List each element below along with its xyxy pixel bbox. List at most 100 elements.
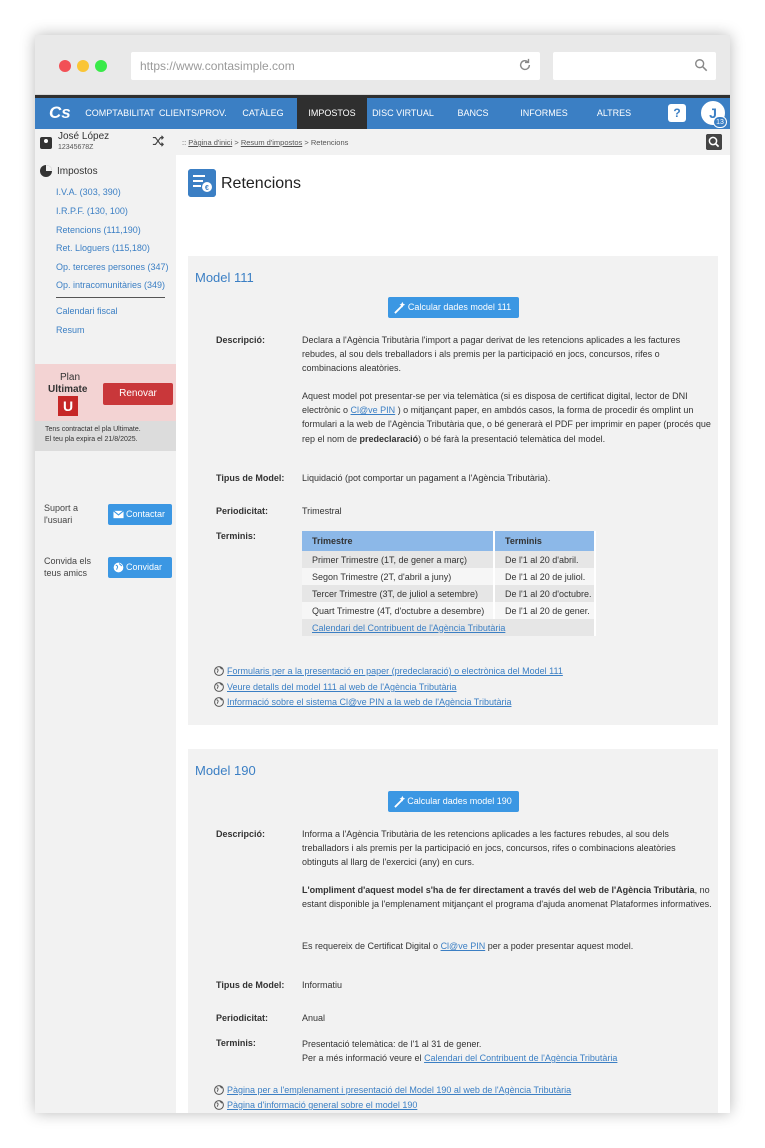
nav-comptabilitat[interactable]: COMPTABILITAT: [85, 98, 155, 129]
nav-altres[interactable]: ALTRES: [579, 98, 649, 129]
browser-search-bar[interactable]: [553, 52, 716, 80]
model-111-desc-p1: Declara a l'Agència Tributària l'import …: [302, 335, 681, 374]
plan-box: Plan Ultimate U Renovar: [35, 364, 176, 421]
table-header-row: Trimestre Terminis: [302, 531, 596, 551]
breadcrumb-current: Retencions: [310, 138, 349, 147]
breadcrumb-bar: :: Pàgina d'inici > Resum d'impostos > R…: [176, 129, 730, 155]
table-cell: De l'1 al 20 d'abril.: [494, 551, 596, 568]
globe-icon: [214, 682, 224, 692]
breadcrumb: :: Pàgina d'inici > Resum d'impostos > R…: [182, 138, 348, 147]
user-tax-id: 12345678Z: [58, 144, 94, 151]
plan-name: Ultimate: [48, 384, 88, 395]
model-111-link-clave-pin-label: Informació sobre el sistema Cl@ve PIN a …: [227, 697, 512, 707]
model-190-desc-p3-text: Es requereix de Certificat Digital o: [302, 941, 441, 951]
calculator-wand-icon: [394, 301, 406, 314]
clave-pin-link[interactable]: Cl@ve PIN: [351, 405, 396, 415]
search-icon[interactable]: [694, 58, 708, 72]
model-190-link-info[interactable]: Pàgina d'informació general sobre el mod…: [214, 1100, 417, 1110]
sidebar-item-retencions[interactable]: Retencions (111,190): [56, 225, 141, 235]
globe-icon: [214, 666, 224, 676]
globe-icon: [113, 562, 124, 573]
table-cell: Segon Trimestre (2T, d'abril a juny): [302, 568, 495, 585]
breadcrumb-home-link[interactable]: Pàgina d'inici: [188, 138, 232, 147]
model-111-desc-label: Descripció:: [216, 335, 266, 345]
sidebar-item-iva[interactable]: I.V.A. (303, 390): [56, 187, 121, 197]
model-111-terms-table: Trimestre Terminis Primer Trimestre (1T,…: [302, 531, 596, 636]
reload-icon[interactable]: [518, 58, 532, 72]
breadcrumb-summary-link[interactable]: Resum d'impostos: [241, 138, 302, 147]
plan-note-line-2: El teu pla expira el 21/8/2025.: [45, 436, 138, 443]
nav-cataleg[interactable]: CATÀLEG: [229, 98, 297, 129]
calendari-contribuent-link[interactable]: Calendari del Contribuent de l'Agència T…: [424, 1053, 617, 1063]
model-190-desc-p1: Informa a l'Agència Tributària de les re…: [302, 829, 676, 868]
invite-button[interactable]: Convidar: [108, 557, 172, 578]
model-111-title: Model 111: [195, 270, 254, 285]
table-cell: Tercer Trimestre (3T, de juliol a setemb…: [302, 585, 495, 602]
sidebar-item-terceres-persones[interactable]: Op. terceres persones (347): [56, 262, 169, 272]
support-label-line-2: l'usuari: [44, 515, 73, 525]
url-text: https://www.contasimple.com: [140, 59, 295, 73]
nav-disc-virtual[interactable]: DISC VIRTUAL: [367, 98, 439, 129]
table-header: Trimestre: [302, 531, 495, 551]
search-icon[interactable]: [706, 134, 722, 150]
table-row: Tercer Trimestre (3T, de juliol a setemb…: [302, 585, 596, 602]
sidebar-item-calendari-fiscal[interactable]: Calendari fiscal: [56, 306, 118, 316]
sidebar-item-intracomunitaries[interactable]: Op. intracomunitàries (349): [56, 280, 165, 290]
minimize-window-dot[interactable]: [77, 60, 89, 72]
contact-button-label: Contactar: [126, 509, 166, 519]
model-111-link-detalls-label: Veure detalls del model 111 al web de l'…: [227, 682, 457, 692]
calendari-contribuent-link[interactable]: Calendari del Contribuent de l'Agència T…: [302, 619, 596, 636]
model-190-type: Informatiu: [302, 980, 343, 990]
model-190-link-presentacio[interactable]: Pàgina per a l'emplenament i presentació…: [214, 1085, 571, 1095]
renew-button[interactable]: Renovar: [103, 383, 173, 405]
table-cell: Primer Trimestre (1T, de gener a març): [302, 551, 495, 568]
plan-note-line-1: Tens contractat el pla Ultimate.: [45, 426, 141, 433]
clave-pin-link[interactable]: Cl@ve PIN: [441, 941, 486, 951]
model-190-desc-p3-text: per a poder presentar aquest model.: [485, 941, 634, 951]
help-icon[interactable]: ?: [668, 104, 686, 122]
sidebar-divider: [56, 297, 165, 298]
table-row: Calendari del Contribuent de l'Agència T…: [302, 619, 596, 636]
model-111-type: Liquidació (pot comportar un pagament a …: [302, 473, 551, 483]
svg-text:€: €: [205, 185, 209, 192]
maximize-window-dot[interactable]: [95, 60, 107, 72]
calc-model-111-button[interactable]: Calcular dades model 111: [388, 297, 519, 318]
model-190-link-presentacio-label: Pàgina per a l'emplenament i presentació…: [227, 1085, 572, 1095]
contact-button[interactable]: Contactar: [108, 504, 172, 525]
plan-badge-icon: U: [58, 396, 78, 416]
close-window-dot[interactable]: [59, 60, 71, 72]
switch-company-icon[interactable]: [152, 135, 164, 147]
calc-model-190-button[interactable]: Calcular dades model 190: [388, 791, 519, 812]
plan-expiry-note: Tens contractat el pla Ultimate. El teu …: [35, 421, 176, 451]
contasimple-logo[interactable]: Cs: [49, 103, 71, 125]
address-bar[interactable]: https://www.contasimple.com: [131, 52, 540, 80]
model-111-period: Trimestral: [302, 506, 342, 516]
model-111-link-clave-pin[interactable]: Informació sobre el sistema Cl@ve PIN a …: [214, 697, 511, 707]
model-190-desc-p2-bold: L'ompliment d'aquest model s'ha de fer d…: [302, 885, 695, 895]
model-190-panel: Model 190 Calcular dades model 190 Descr…: [188, 749, 718, 1113]
nav-bancs[interactable]: BANCS: [439, 98, 507, 129]
model-111-type-label: Tipus de Model:: [216, 473, 285, 483]
model-111-link-detalls[interactable]: Veure detalls del model 111 al web de l'…: [214, 682, 457, 692]
nav-clients-prov[interactable]: CLIENTS/PROV.: [159, 98, 227, 129]
breadcrumb-prefix: ::: [182, 138, 187, 147]
model-190-type-label: Tipus de Model:: [216, 980, 285, 990]
nav-impostos[interactable]: IMPOSTOS: [297, 98, 367, 129]
table-header: Terminis: [494, 531, 596, 551]
browser-window: https://www.contasimple.com Cs COMPTABIL…: [35, 35, 730, 1113]
model-190-terms-2-text: Per a més informació veure el: [302, 1053, 425, 1063]
model-111-link-formularis-label: Formularis per a la presentació en paper…: [227, 666, 563, 676]
model-111-panel: Model 111 Calcular dades model 111 Descr…: [188, 256, 718, 725]
model-190-desc-p3: Es requereix de Certificat Digital o Cl@…: [302, 939, 712, 953]
model-190-desc-label: Descripció:: [216, 829, 266, 839]
sidebar-item-resum[interactable]: Resum: [56, 325, 85, 335]
model-111-desc-p2-bold: predeclaració: [359, 433, 419, 444]
sidebar-item-ret-lloguers[interactable]: Ret. Lloguers (115,180): [56, 243, 150, 253]
table-row: Segon Trimestre (2T, d'abril a juny) De …: [302, 568, 596, 585]
model-111-link-formularis[interactable]: Formularis per a la presentació en paper…: [214, 666, 563, 676]
invite-label-line-1: Convida els: [44, 556, 92, 566]
model-190-desc-p2: L'ompliment d'aquest model s'ha de fer d…: [302, 883, 712, 911]
model-111-desc-p2-text: ) o bé farà la presentació telemàtica de…: [418, 433, 606, 444]
nav-informes[interactable]: INFORMES: [509, 98, 579, 129]
sidebar-item-irpf[interactable]: I.R.P.F. (130, 100): [56, 206, 128, 216]
